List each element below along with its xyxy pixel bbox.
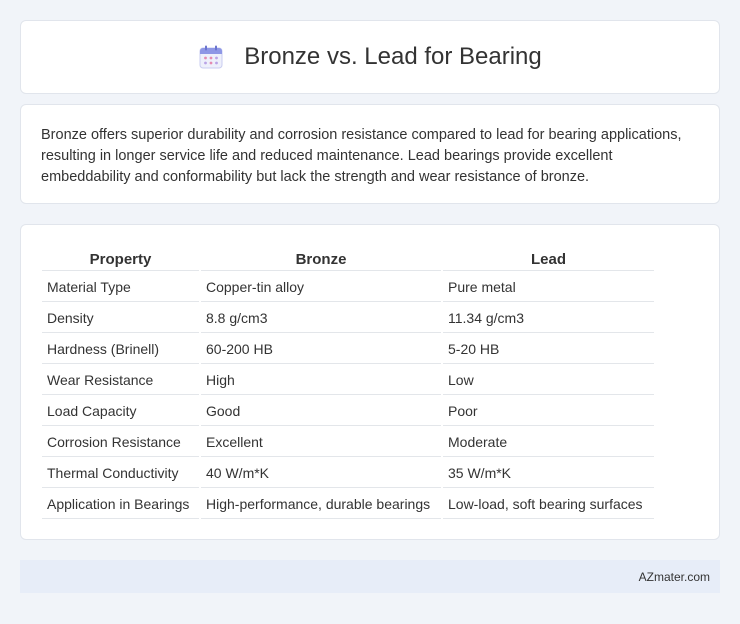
cell-bronze: High [201, 366, 441, 395]
comparison-table: Property Bronze Lead Material Type Copper… [40, 247, 656, 521]
cell-property: Thermal Conductivity [42, 459, 199, 488]
header-property: Property [42, 249, 199, 271]
cell-property: Material Type [42, 273, 199, 302]
cell-bronze: Good [201, 397, 441, 426]
summary-text: Bronze offers superior durability and co… [41, 127, 682, 185]
cell-lead: 5-20 HB [443, 335, 654, 364]
cell-lead: 35 W/m*K [443, 459, 654, 488]
cell-bronze: Copper-tin alloy [201, 273, 441, 302]
cell-property: Application in Bearings [42, 490, 199, 519]
cell-property: Load Capacity [42, 397, 199, 426]
cell-lead: Low [443, 366, 654, 395]
title-card: Bronze vs. Lead for Bearing [20, 20, 720, 94]
cell-lead: Pure metal [443, 273, 654, 302]
footer-site-link[interactable]: AZmater.com [639, 570, 710, 584]
table-row: Density 8.8 g/cm3 11.34 g/cm3 [42, 304, 654, 333]
table-row: Hardness (Brinell) 60-200 HB 5-20 HB [42, 335, 654, 364]
table-row: Wear Resistance High Low [42, 366, 654, 395]
cell-lead: Low-load, soft bearing surfaces [443, 490, 654, 519]
header-bronze: Bronze [201, 249, 441, 271]
cell-lead: 11.34 g/cm3 [443, 304, 654, 333]
cell-bronze: 60-200 HB [201, 335, 441, 364]
comparison-table-card: Property Bronze Lead Material Type Copper… [20, 224, 720, 540]
cell-property: Density [42, 304, 199, 333]
table-row: Material Type Copper-tin alloy Pure metal [42, 273, 654, 302]
summary-card: Bronze offers superior durability and co… [20, 104, 720, 204]
cell-lead: Moderate [443, 428, 654, 457]
cell-bronze: High-performance, durable bearings [201, 490, 441, 519]
header-lead: Lead [443, 249, 654, 271]
table-row: Application in Bearings High-performance,… [42, 490, 654, 519]
cell-bronze: 8.8 g/cm3 [201, 304, 441, 333]
table-row: Corrosion Resistance Excellent Moderate [42, 428, 654, 457]
table-row: Thermal Conductivity 40 W/m*K 35 W/m*K [42, 459, 654, 488]
calendar-icon [198, 44, 224, 70]
footer: AZmater.com [20, 560, 720, 593]
cell-bronze: Excellent [201, 428, 441, 457]
table-header-row: Property Bronze Lead [42, 249, 654, 271]
table-row: Load Capacity Good Poor [42, 397, 654, 426]
cell-property: Hardness (Brinell) [42, 335, 199, 364]
cell-property: Wear Resistance [42, 366, 199, 395]
page-title: Bronze vs. Lead for Bearing [244, 43, 542, 70]
cell-property: Corrosion Resistance [42, 428, 199, 457]
cell-lead: Poor [443, 397, 654, 426]
cell-bronze: 40 W/m*K [201, 459, 441, 488]
